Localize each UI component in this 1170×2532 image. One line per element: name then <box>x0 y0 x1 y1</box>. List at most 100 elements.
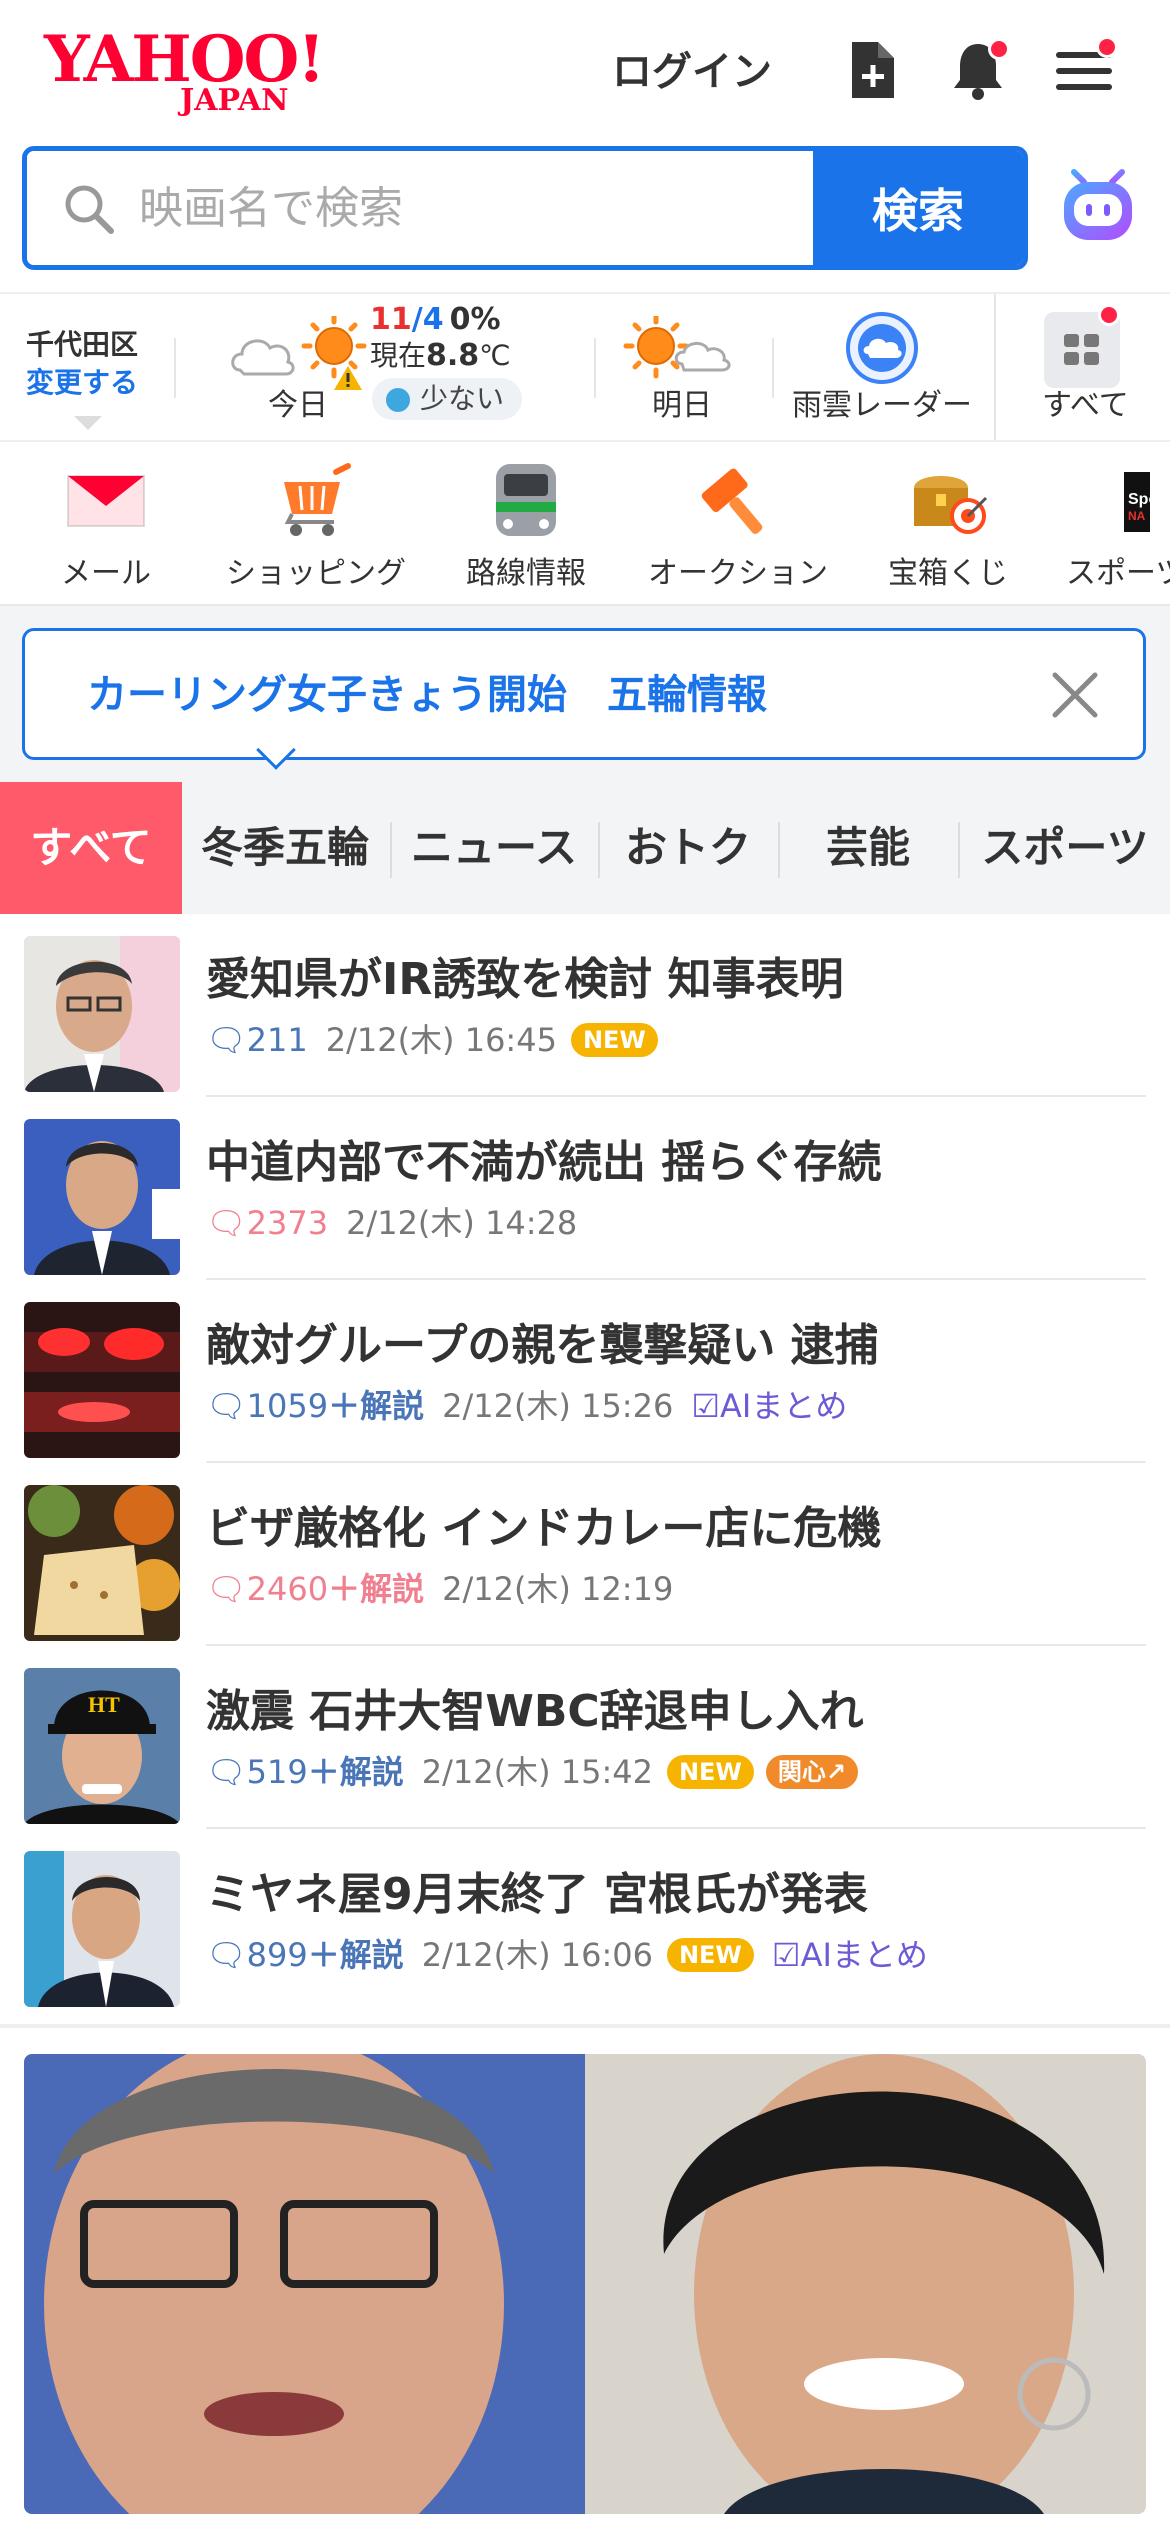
auction-gavel-icon <box>696 458 780 542</box>
svg-text:Spo: Spo <box>1128 491 1150 508</box>
tomorrow-label: 明日 <box>652 388 712 423</box>
comment-count[interactable]: 211 <box>247 1021 308 1059</box>
ai-summary-icon: ☑ <box>691 1387 720 1425</box>
logo-sub-text: JAPAN <box>180 83 289 118</box>
news-date: 2/12(木) 12:19 <box>442 1570 674 1608</box>
comment-count[interactable]: 2460 <box>247 1570 328 1608</box>
comment-count[interactable]: 1059 <box>247 1387 328 1425</box>
tab-winter-olympics[interactable]: 冬季五輪 <box>182 782 388 914</box>
cloudy-sunny-warning-icon <box>231 316 367 390</box>
close-icon[interactable] <box>1047 667 1103 723</box>
comment-count[interactable]: 519 <box>247 1753 308 1791</box>
today-label: 今日 <box>268 388 328 423</box>
service-mail[interactable]: メール <box>56 458 156 594</box>
divider <box>772 338 774 398</box>
ticker-banner[interactable]: カーリング女子きょう開始 五輪情報 <box>22 628 1146 760</box>
comment-icon: 🗨 <box>206 1753 247 1791</box>
pollen-icon <box>386 388 410 412</box>
featured-news-image[interactable] <box>24 2054 1146 2514</box>
commentary-link[interactable]: ＋解説 <box>328 1387 424 1425</box>
divider <box>174 338 176 398</box>
service-treasure-lottery[interactable]: 宝箱くじ <box>886 458 1010 594</box>
change-location-link[interactable]: 変更する <box>26 364 138 402</box>
document-add-icon[interactable] <box>838 36 906 104</box>
comment-icon: 🗨 <box>206 1021 247 1059</box>
new-badge: NEW <box>666 1755 754 1789</box>
news-item[interactable]: ビザ厳格化 インドカレー店に危機 🗨2460＋解説 2/12(木) 12:19 <box>0 1463 1170 1646</box>
ai-summary-icon: ☑ <box>771 1936 801 1974</box>
comment-icon: 🗨 <box>206 1387 247 1425</box>
divider <box>994 294 996 440</box>
search-button[interactable]: 検索 <box>813 151 1023 265</box>
new-badge: NEW <box>570 1023 658 1057</box>
news-thumbnail: HT <box>24 1668 180 1824</box>
treasure-box-icon <box>906 458 990 542</box>
category-tabs: すべて 冬季五輪 ニュース おトク 芸能 スポーツ <box>0 782 1170 914</box>
service-auction[interactable]: オークション <box>646 458 830 594</box>
news-item[interactable]: 中道内部で不満が続出 揺らぐ存続 🗨2373 2/12(木) 14:28 <box>0 1097 1170 1280</box>
news-title[interactable]: ビザ厳格化 インドカレー店に危機 <box>206 1499 881 1559</box>
tab-entertainment[interactable]: 芸能 <box>780 782 956 914</box>
news-title[interactable]: 中道内部で不満が続出 揺らぐ存続 <box>206 1133 881 1193</box>
news-thumbnail <box>24 1851 180 2007</box>
topic-band: カーリング女子きょう開始 五輪情報 <box>0 604 1170 784</box>
service-transit[interactable]: 路線情報 <box>460 458 592 594</box>
weather-location[interactable]: 千代田区 変更する <box>26 326 138 402</box>
service-sports[interactable]: Spo NA スポーツ <box>1066 458 1170 594</box>
services-row: メール ショッピング 路線情報 オークション 宝箱くじ Sp NA スポー <box>0 444 1170 604</box>
news-meta: 🗨2373 2/12(木) 14:28 <box>206 1201 577 1245</box>
search-icon <box>61 181 117 237</box>
news-item[interactable]: 敵対グループの親を襲撃疑い 逮捕 🗨1059＋解説 2/12(木) 15:26 ☑A… <box>0 1280 1170 1463</box>
search-input[interactable] <box>27 151 813 265</box>
commentary-link[interactable]: ＋解説 <box>328 1570 424 1608</box>
login-link[interactable]: ログイン <box>612 44 772 100</box>
tab-all[interactable]: すべて <box>0 782 182 914</box>
comment-icon: 🗨 <box>206 1936 247 1974</box>
notification-dot <box>988 38 1010 60</box>
ai-summary-label[interactable]: AIまとめ <box>801 1936 928 1974</box>
svg-text:NA: NA <box>1128 509 1146 523</box>
search-bar: 検索 <box>22 146 1028 270</box>
news-title[interactable]: 激震 石井大智WBC辞退申し入れ <box>206 1682 864 1742</box>
interest-badge: 関心↗ <box>765 1755 859 1789</box>
tab-news[interactable]: ニュース <box>392 782 596 914</box>
ai-assistant-icon[interactable] <box>1058 166 1138 246</box>
news-meta: 🗨899＋解説 2/12(木) 16:06 NEW ☑AIまとめ <box>206 1933 928 1977</box>
shopping-cart-icon <box>274 458 358 542</box>
news-title[interactable]: 敵対グループの親を襲撃疑い 逮捕 <box>206 1316 879 1376</box>
commentary-link[interactable]: ＋解説 <box>308 1753 404 1791</box>
menu-notification-dot <box>1096 36 1118 58</box>
menu-icon[interactable] <box>1050 36 1118 104</box>
location-caret-icon <box>74 416 102 430</box>
yahoo-japan-logo[interactable]: YAHOO! JAPAN <box>44 28 364 118</box>
news-thumbnail <box>24 1485 180 1641</box>
arrow-up-icon: ↗ <box>825 1758 847 1786</box>
ticker-text[interactable]: カーリング女子きょう開始 五輪情報 <box>87 665 767 725</box>
news-thumbnail <box>24 1302 180 1458</box>
news-meta: 🗨2460＋解説 2/12(木) 12:19 <box>206 1567 673 1611</box>
tab-sports[interactable]: スポーツ <box>960 782 1170 914</box>
news-date: 2/12(木) 16:06 <box>421 1936 653 1974</box>
tab-deals[interactable]: おトク <box>600 782 776 914</box>
news-title[interactable]: ミヤネ屋9月末終了 宮根氏が発表 <box>206 1865 868 1925</box>
news-item[interactable]: 愛知県がIR誘致を検討 知事表明 🗨211 2/12(木) 16:45 NEW <box>0 914 1170 1097</box>
news-title[interactable]: 愛知県がIR誘致を検討 知事表明 <box>206 950 844 1010</box>
comment-icon: 🗨 <box>206 1570 247 1608</box>
service-shopping[interactable]: ショッピング <box>222 458 410 594</box>
sports-icon: Spo NA <box>1066 458 1170 542</box>
svg-text:HT: HT <box>88 1692 120 1717</box>
commentary-link[interactable]: ＋解説 <box>308 1936 404 1974</box>
bell-icon[interactable] <box>944 36 1012 104</box>
news-date: 2/12(木) 15:26 <box>442 1387 674 1425</box>
news-item[interactable]: HT 激震 石井大智WBC辞退申し入れ 🗨519＋解説 2/12(木) 15:42… <box>0 1646 1170 1829</box>
news-thumbnail <box>24 936 180 1092</box>
comment-count[interactable]: 2373 <box>247 1204 328 1242</box>
news-date: 2/12(木) 14:28 <box>346 1204 578 1242</box>
news-meta: 🗨211 2/12(木) 16:45 NEW <box>206 1018 658 1062</box>
pollen-indicator: 少ない <box>372 378 523 420</box>
train-icon <box>484 458 568 542</box>
news-item[interactable]: ミヤネ屋9月末終了 宮根氏が発表 🗨899＋解説 2/12(木) 16:06 NEW… <box>0 1829 1170 2012</box>
comment-count[interactable]: 899 <box>247 1936 308 1974</box>
rain-radar-label: 雨雲レーダー <box>792 388 972 423</box>
ai-summary-label[interactable]: AIまとめ <box>720 1387 847 1425</box>
